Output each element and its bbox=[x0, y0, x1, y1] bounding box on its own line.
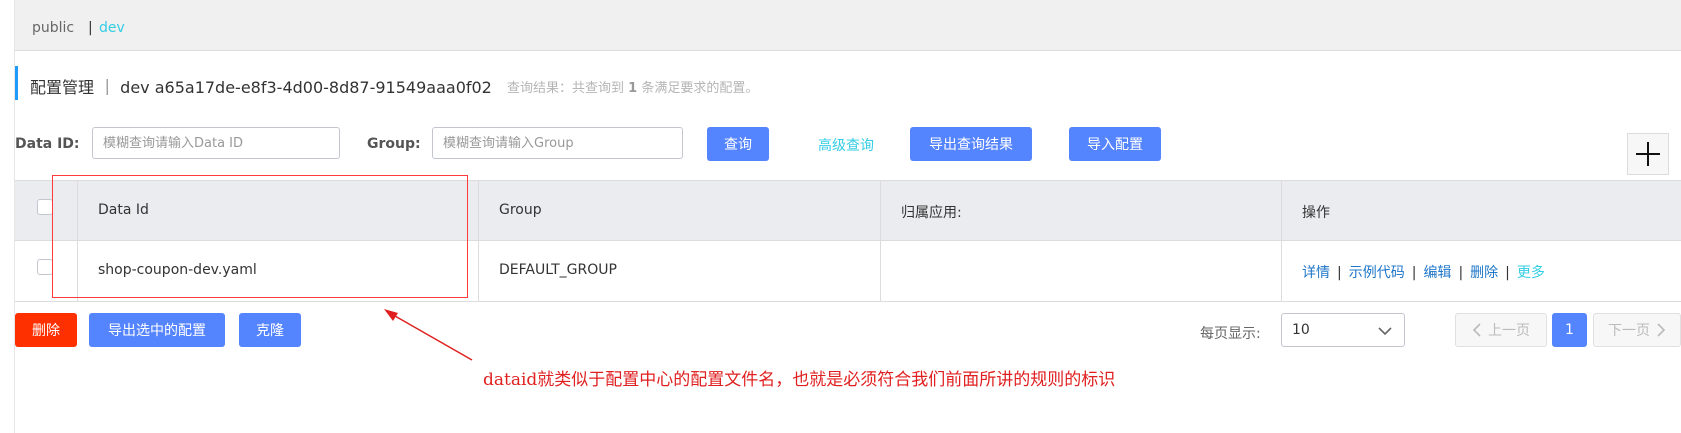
next-page-label: 下一页 bbox=[1608, 323, 1650, 339]
result-count: 1 bbox=[628, 81, 638, 96]
group-label: Group: bbox=[367, 136, 421, 152]
chevron-right-icon bbox=[1657, 323, 1666, 337]
prev-page-label: 上一页 bbox=[1488, 323, 1530, 339]
advanced-query-link[interactable]: 高级查询 bbox=[818, 135, 874, 155]
group-input[interactable] bbox=[432, 127, 683, 159]
export-results-button[interactable]: 导出查询结果 bbox=[910, 127, 1032, 161]
data-id-label: Data ID: bbox=[15, 136, 80, 152]
next-page-button[interactable]: 下一页 bbox=[1593, 313, 1681, 347]
chevron-down-icon bbox=[1378, 327, 1392, 336]
result-suffix: 条满足要求的配置。 bbox=[637, 81, 759, 96]
import-config-button[interactable]: 导入配置 bbox=[1069, 127, 1161, 161]
prev-page-button[interactable]: 上一页 bbox=[1455, 313, 1547, 347]
column-divider bbox=[880, 181, 881, 301]
data-id-input[interactable] bbox=[92, 127, 340, 159]
page-1-button[interactable]: 1 bbox=[1552, 313, 1587, 347]
title-accent-bar bbox=[15, 66, 18, 100]
row-checkbox[interactable] bbox=[37, 259, 53, 275]
column-divider bbox=[1281, 181, 1282, 301]
action-separator: | bbox=[1337, 265, 1342, 281]
plus-icon bbox=[1636, 142, 1660, 166]
query-button[interactable]: 查询 bbox=[707, 127, 769, 161]
row-group: DEFAULT_GROUP bbox=[499, 262, 617, 278]
sample-code-link[interactable]: 示例代码 bbox=[1349, 265, 1405, 281]
more-link[interactable]: 更多 bbox=[1517, 265, 1545, 281]
annotation-arrow-icon bbox=[384, 309, 473, 361]
chevron-left-icon bbox=[1472, 323, 1481, 337]
select-all-checkbox[interactable] bbox=[37, 199, 53, 215]
page-title: 配置管理 ｜ dev a65a17de-e8f3-4d00-8d87-91549… bbox=[30, 78, 492, 97]
page-size-select[interactable]: 10 bbox=[1281, 313, 1405, 347]
page-size-label: 每页显示: bbox=[1200, 326, 1261, 342]
export-selected-button[interactable]: 导出选中的配置 bbox=[89, 313, 225, 347]
current-page-number: 1 bbox=[1565, 322, 1574, 338]
namespace-dev[interactable]: dev bbox=[99, 20, 125, 36]
namespace-bar: public | dev bbox=[15, 0, 1681, 51]
clone-button[interactable]: 克隆 bbox=[239, 313, 301, 347]
annotation-highlight-box bbox=[52, 175, 468, 298]
action-separator: | bbox=[1458, 265, 1464, 281]
add-config-button[interactable] bbox=[1627, 133, 1669, 175]
edit-link[interactable]: 编辑 bbox=[1423, 265, 1451, 281]
delete-button[interactable]: 删除 bbox=[15, 313, 77, 347]
result-prefix: 查询结果：共查询到 bbox=[507, 81, 629, 96]
annotation-text: dataid就类似于配置中心的配置文件名，也就是必须符合我们前面所讲的规则的标识 bbox=[483, 370, 1116, 390]
action-separator: | bbox=[1411, 265, 1417, 281]
page-size-value: 10 bbox=[1292, 322, 1310, 338]
namespace-public[interactable]: public bbox=[32, 20, 74, 36]
row-actions: 详情 | 示例代码 | 编辑 | 删除 | 更多 bbox=[1302, 262, 1545, 282]
column-header-group: Group bbox=[499, 202, 542, 218]
column-header-app: 归属应用: bbox=[901, 205, 962, 221]
column-divider bbox=[478, 181, 479, 301]
delete-link[interactable]: 删除 bbox=[1470, 265, 1498, 281]
column-header-actions: 操作 bbox=[1302, 205, 1330, 221]
details-link[interactable]: 详情 bbox=[1302, 265, 1330, 281]
action-separator: | bbox=[1505, 265, 1510, 281]
left-border bbox=[0, 0, 15, 433]
query-result-summary: 查询结果：共查询到 1 条满足要求的配置。 bbox=[507, 77, 758, 96]
namespace-separator: | bbox=[88, 20, 93, 36]
